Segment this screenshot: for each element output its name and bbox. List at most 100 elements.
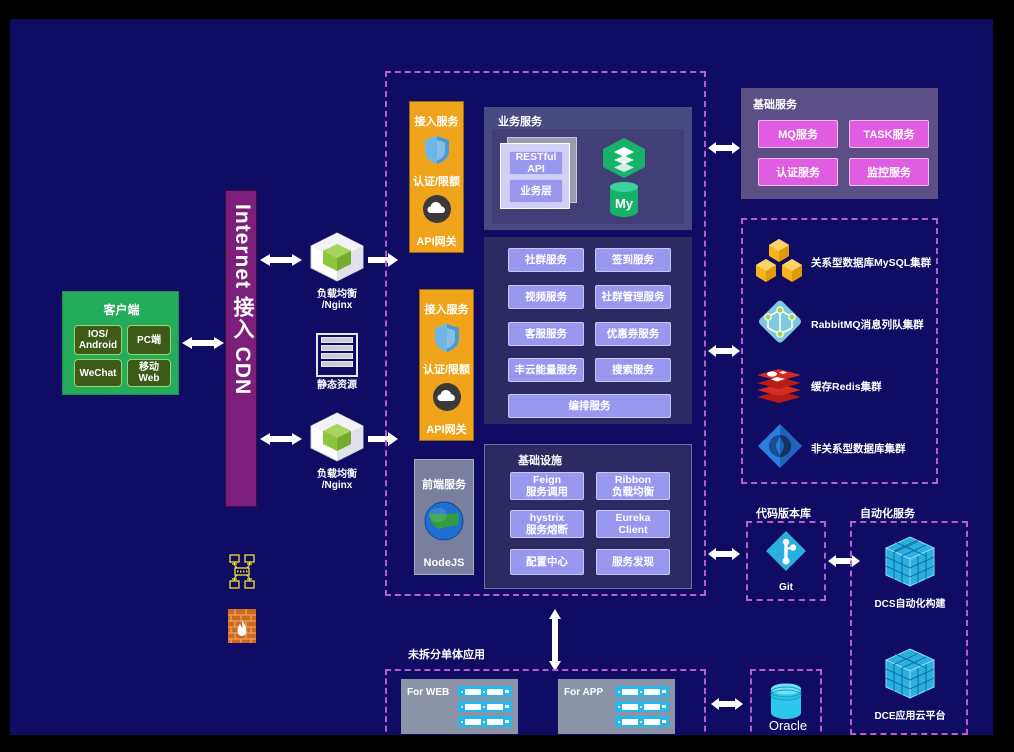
access-bottom-gateway-label: API网关 bbox=[426, 424, 467, 436]
client-box: 客户端 IOS/ Android PC端 WeChat 移动 Web bbox=[62, 291, 179, 395]
infra-chip-4[interactable]: 配置中心 bbox=[510, 549, 584, 575]
access-service-bottom: 接入服务 认证/限额 API网关 bbox=[419, 289, 474, 441]
aws-cubes-icon bbox=[755, 237, 803, 285]
business-services-title: 业务服务 bbox=[498, 116, 542, 128]
git-icon bbox=[764, 529, 808, 578]
datastore-rabbitmq-label: RabbitMQ消息列队集群 bbox=[811, 319, 924, 331]
infrastructure-title: 基础设施 bbox=[518, 455, 562, 467]
cube-icon bbox=[309, 411, 365, 467]
service-chip-7[interactable]: 搜索服务 bbox=[595, 358, 671, 382]
rubik-cube-icon bbox=[882, 646, 938, 707]
monolith-app-label: For APP bbox=[564, 687, 604, 698]
diagram-canvas: 客户端 IOS/ Android PC端 WeChat 移动 Web Inter… bbox=[10, 19, 993, 735]
globe-icon bbox=[423, 500, 465, 547]
cdn-bar: Internet 接入 CDN bbox=[225, 190, 257, 643]
monolith-group-app: For APP bbox=[558, 679, 675, 734]
frontend-title: 前端服务 bbox=[422, 478, 466, 491]
static-resource-label: 静态资源 bbox=[317, 380, 357, 391]
arrow-biz-basic bbox=[708, 141, 740, 155]
mysql-text: My bbox=[615, 196, 634, 211]
basic-services-panel: 基础服务 MQ服务 TASK服务 认证服务 监控服务 bbox=[741, 88, 938, 199]
client-title: 客户端 bbox=[103, 302, 140, 317]
api-stack-card: RESTful API 业务层 bbox=[500, 143, 570, 209]
rack-unit bbox=[615, 701, 669, 712]
rack-unit bbox=[615, 716, 669, 727]
business-layer-chip[interactable]: 业务层 bbox=[509, 179, 563, 203]
basic-service-chip-3[interactable]: 监控服务 bbox=[849, 158, 929, 186]
rabbitmq-diamond-icon bbox=[755, 297, 805, 347]
client-chip-wechat[interactable]: WeChat bbox=[74, 359, 122, 387]
service-chip-3[interactable]: 社群管理服务 bbox=[595, 285, 671, 309]
oracle-frame: Oracle bbox=[750, 669, 822, 735]
automation-title: 自动化服务 bbox=[860, 508, 915, 520]
arrow-monolith-oracle bbox=[711, 697, 743, 711]
frontend-service: 前端服务 NodeJS bbox=[414, 459, 474, 575]
cloud-icon bbox=[422, 194, 452, 229]
oracle-label: Oracle bbox=[768, 718, 808, 733]
service-chip-orchestration[interactable]: 编排服务 bbox=[508, 394, 671, 418]
arrow-client-cdn bbox=[182, 335, 224, 351]
infra-chip-0[interactable]: Feign 服务调用 bbox=[510, 472, 584, 500]
shield-icon bbox=[423, 135, 451, 170]
basic-service-chip-0[interactable]: MQ服务 bbox=[758, 120, 838, 148]
datastore-item-mysql: 关系型数据库MySQL集群 bbox=[755, 231, 932, 291]
datastore-mysql-label: 关系型数据库MySQL集群 bbox=[811, 257, 932, 269]
shield-icon bbox=[433, 323, 461, 358]
redis-stack-icon bbox=[755, 365, 803, 407]
service-chip-5[interactable]: 优惠券服务 bbox=[595, 322, 671, 346]
rack-unit bbox=[458, 701, 512, 712]
restful-api-chip[interactable]: RESTful API bbox=[509, 151, 563, 175]
arrow-cdn-lb-bottom bbox=[260, 431, 302, 447]
automation-item-dce: DCE应用云平台 bbox=[868, 643, 952, 725]
basic-service-chip-2[interactable]: 认证服务 bbox=[758, 158, 838, 186]
load-balancer-top: 负载均衡 /Nginx bbox=[306, 231, 368, 311]
rack-unit bbox=[458, 716, 512, 727]
datastore-nosql-label: 非关系型数据库集群 bbox=[811, 443, 906, 455]
firewall-icon bbox=[228, 609, 256, 643]
load-balancer-bottom: 负载均衡 /Nginx bbox=[306, 411, 368, 491]
vcs-frame: Git bbox=[746, 521, 826, 601]
service-chip-6[interactable]: 丰云能量服务 bbox=[508, 358, 584, 382]
business-stack-area: RESTful API 业务层 My bbox=[492, 129, 684, 224]
arrow-biz-data bbox=[708, 344, 740, 358]
rack-unit bbox=[615, 686, 669, 697]
infra-chip-5[interactable]: 服务发现 bbox=[596, 549, 670, 575]
cube-icon bbox=[309, 231, 365, 287]
infra-chip-3[interactable]: Eureka Client bbox=[596, 510, 670, 538]
access-top-title: 接入服务 bbox=[414, 116, 459, 128]
access-top-auth-label: 认证/限额 bbox=[412, 176, 461, 188]
cloud-icon bbox=[432, 382, 462, 417]
arrow-biz-monolith bbox=[547, 609, 563, 671]
automation-dcs-label: DCS自动化构建 bbox=[874, 599, 946, 610]
vcs-title: 代码版本库 bbox=[756, 508, 811, 520]
cdn-label: Internet 接入 CDN bbox=[231, 204, 254, 396]
frontend-name: NodeJS bbox=[423, 556, 465, 569]
basic-service-chip-1[interactable]: TASK服务 bbox=[849, 120, 929, 148]
service-chip-1[interactable]: 签到服务 bbox=[595, 248, 671, 272]
basic-services-title: 基础服务 bbox=[753, 99, 797, 111]
service-chip-0[interactable]: 社群服务 bbox=[508, 248, 584, 272]
mysql-icon: My bbox=[605, 181, 643, 219]
client-chip-pc[interactable]: PC端 bbox=[127, 325, 171, 355]
datastore-item-redis: 缓存Redis集群 bbox=[755, 355, 930, 415]
access-top-gateway-label: API网关 bbox=[416, 236, 457, 248]
datastore-redis-label: 缓存Redis集群 bbox=[811, 381, 882, 393]
lb-bottom-label-1: 负载均衡 bbox=[317, 468, 357, 480]
rack-unit bbox=[458, 686, 512, 697]
infra-chip-1[interactable]: Ribbon 负载均衡 bbox=[596, 472, 670, 500]
service-chip-2[interactable]: 视频服务 bbox=[508, 285, 584, 309]
monolith-web-label: For WEB bbox=[407, 687, 450, 698]
static-resource-icon bbox=[316, 333, 358, 377]
arrow-biz-vcs bbox=[708, 547, 740, 561]
business-services-panel: 业务服务 RESTful API 业务层 My bbox=[484, 107, 692, 230]
arrow-cdn-lb-top bbox=[260, 252, 302, 268]
lb-top-label-2: /Nginx bbox=[321, 299, 353, 311]
client-chip-mobile-web[interactable]: 移动 Web bbox=[127, 359, 171, 387]
service-chip-4[interactable]: 客服服务 bbox=[508, 322, 584, 346]
client-chip-ios-android[interactable]: IOS/ Android bbox=[74, 325, 122, 355]
infra-chip-2[interactable]: hystrix 服务熔断 bbox=[510, 510, 584, 538]
vcs-name: Git bbox=[779, 582, 793, 593]
monolith-group-web: For WEB bbox=[401, 679, 518, 734]
nosql-diamond-icon bbox=[757, 423, 803, 469]
lb-top-label-1: 负载均衡 bbox=[317, 288, 357, 300]
